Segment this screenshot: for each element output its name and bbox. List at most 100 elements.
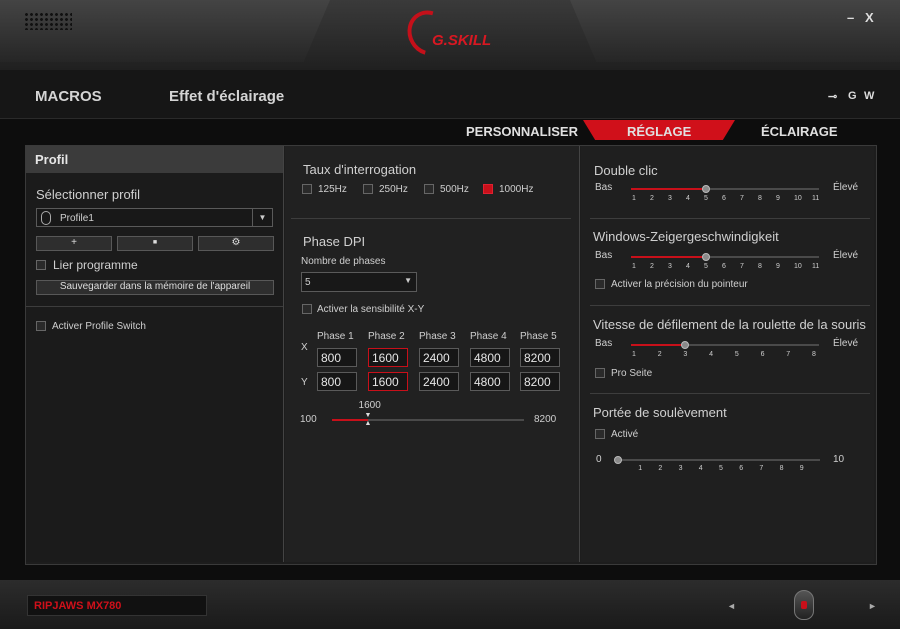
dpi-y-input[interactable]: 8200	[520, 372, 560, 391]
profile-select[interactable]: Profile1 ▼	[36, 208, 273, 227]
dpi-x-input[interactable]: 800	[317, 348, 357, 367]
profile-switch-checkbox[interactable]	[36, 321, 46, 331]
minimize-button[interactable]: –	[847, 10, 854, 25]
pointer-precision-label: Activer la précision du pointeur	[611, 279, 748, 290]
dpi-x-input[interactable]: 8200	[520, 348, 560, 367]
polling-500Hz-radio[interactable]	[424, 184, 434, 194]
add-profile-button[interactable]: +	[36, 236, 112, 251]
scroll-speed-slider-tick: 5	[734, 351, 739, 358]
w-icon[interactable]: W	[864, 90, 874, 102]
lift-off-tick: 8	[779, 465, 784, 472]
device-name: RIPJAWS MX780	[27, 595, 207, 616]
pointer-speed-title: Windows-Zeigergeschwindigkeit	[593, 229, 779, 244]
connection-icon[interactable]: ⊸	[828, 90, 837, 103]
nav-lighting-effect[interactable]: Effet d'éclairage	[169, 88, 284, 105]
phase-header: Phase 3	[419, 331, 456, 342]
pointer-speed-slider-tick: 5	[704, 263, 708, 270]
nav-macros[interactable]: MACROS	[35, 88, 102, 105]
scroll-speed-slider-low-label: Bas	[595, 338, 613, 349]
pro-seite-checkbox[interactable]	[595, 368, 605, 378]
dpi-y-input[interactable]: 4800	[470, 372, 510, 391]
xy-sensitivity-label: Activer la sensibilité X-Y	[317, 304, 425, 315]
tab-eclairage[interactable]: ÉCLAIRAGE	[761, 124, 838, 142]
polling-250Hz-radio[interactable]	[363, 184, 373, 194]
phase-header: Phase 5	[520, 331, 557, 342]
link-program-checkbox[interactable]	[36, 260, 46, 270]
g-icon[interactable]: G	[848, 90, 857, 102]
dpi-x-input[interactable]: 1600	[368, 348, 408, 367]
scroll-speed-slider-tick: 8	[812, 351, 816, 358]
dpi-y-input[interactable]: 800	[317, 372, 357, 391]
menu-row	[0, 70, 900, 119]
xy-sensitivity-checkbox[interactable]	[302, 304, 312, 314]
tab-reglage[interactable]: RÉGLAGE	[627, 124, 691, 142]
scroll-speed-title: Vitesse de défilement de la roulette de …	[593, 317, 866, 332]
profile-settings-button[interactable]: ⚙	[198, 236, 274, 251]
lift-off-min: 0	[596, 454, 602, 465]
lift-off-title: Portée de soulèvement	[593, 405, 727, 420]
lift-off-track[interactable]	[618, 459, 820, 461]
scroll-speed-slider-handle[interactable]	[680, 341, 689, 349]
dpi-slider-handle-icon[interactable]: ▼	[365, 412, 372, 419]
pointer-speed-slider-tick: 10	[794, 263, 802, 270]
polling-125Hz-label: 125Hz	[318, 184, 347, 195]
dpi-y-input[interactable]: 2400	[419, 372, 459, 391]
axis-x-label: X	[301, 342, 308, 353]
pointer-speed-slider-tick: 7	[740, 263, 744, 270]
scroll-speed-slider-tick: 6	[760, 351, 765, 358]
double-click-slider-tick: 4	[686, 195, 690, 202]
scroll-speed-slider-tick: 2	[657, 351, 662, 358]
mouse-device-icon[interactable]	[794, 590, 814, 620]
pointer-speed-slider-low-label: Bas	[595, 250, 613, 261]
pointer-speed-slider-tick: 8	[758, 263, 762, 270]
double-click-slider-tick: 8	[758, 195, 762, 202]
phase-header: Phase 2	[368, 331, 405, 342]
save-to-memory-button[interactable]: Sauvegarder dans la mémoire de l'apparei…	[36, 280, 274, 295]
link-program-label: Lier programme	[53, 258, 138, 272]
dpi-x-input[interactable]: 2400	[419, 348, 459, 367]
double-click-slider-tick: 5	[704, 195, 708, 202]
settings-right-panel	[581, 146, 874, 562]
lift-off-handle[interactable]	[614, 456, 622, 464]
lift-off-tick: 3	[678, 465, 683, 472]
double-click-slider-tick: 7	[740, 195, 744, 202]
polling-1000Hz-radio[interactable]	[483, 184, 493, 194]
tab-personnaliser[interactable]: PERSONNALISER	[466, 124, 578, 142]
polling-125Hz-radio[interactable]	[302, 184, 312, 194]
lift-off-tick: 6	[739, 465, 744, 472]
lift-off-tick: 5	[719, 465, 723, 472]
double-click-slider-tick: 10	[794, 195, 802, 202]
lift-off-tick: 2	[658, 465, 663, 472]
lift-off-checkbox[interactable]	[595, 429, 605, 439]
next-device-icon[interactable]: ►	[868, 601, 877, 611]
lift-off-tick: 4	[698, 465, 703, 472]
phase-count-label: Nombre de phases	[301, 256, 386, 267]
pro-seite-label: Pro Seite	[611, 368, 653, 379]
divider	[590, 305, 870, 306]
close-button[interactable]: X	[865, 10, 874, 25]
double-click-slider-tick: 6	[722, 195, 726, 202]
pointer-speed-slider-fill	[631, 256, 707, 258]
scroll-speed-slider-tick: 7	[786, 351, 791, 358]
chevron-down-icon[interactable]: ▼	[252, 209, 272, 226]
pointer-speed-slider-tick: 11	[812, 263, 820, 270]
lift-off-tick: 1	[638, 465, 643, 472]
double-click-slider-tick: 9	[776, 195, 780, 202]
chevron-down-icon: ▼	[404, 276, 412, 285]
gskill-logo: G.SKILL	[399, 2, 502, 64]
dpi-slider-handle-base-icon[interactable]: ▲	[365, 420, 372, 427]
profile-select-value: Profile1	[60, 213, 94, 224]
pointer-precision-checkbox[interactable]	[595, 279, 605, 289]
double-click-slider-tick: 2	[650, 195, 654, 202]
delete-profile-button[interactable]: ■	[117, 236, 193, 251]
prev-device-icon[interactable]: ◄	[727, 601, 736, 611]
phase-header: Phase 1	[317, 331, 354, 342]
dpi-x-input[interactable]: 4800	[470, 348, 510, 367]
axis-y-label: Y	[301, 377, 308, 388]
lift-off-max: 10	[833, 454, 845, 465]
pointer-speed-slider-tick: 9	[776, 263, 780, 270]
phase-count-select[interactable]: 5 ▼	[301, 272, 417, 292]
pointer-speed-slider-tick: 4	[686, 263, 690, 270]
dpi-y-input[interactable]: 1600	[368, 372, 408, 391]
phase-header: Phase 4	[470, 331, 507, 342]
